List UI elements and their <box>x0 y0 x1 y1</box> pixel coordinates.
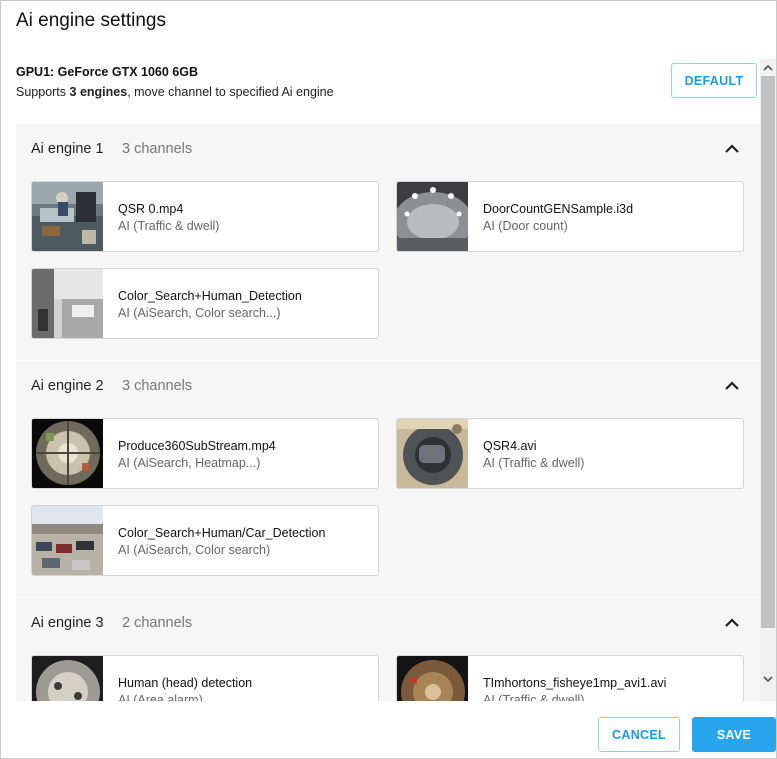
channel-title: Produce360SubStream.mp4 <box>118 439 276 453</box>
channel-card[interactable]: TImhortons_fisheye1mp_avi1.avi AI (Traff… <box>396 655 744 701</box>
channel-ai-type: AI (AiSearch, Heatmap...) <box>118 456 261 470</box>
engine-name: Ai engine 2 <box>31 378 104 394</box>
cancel-button[interactable]: CANCEL <box>598 717 680 752</box>
channel-card[interactable]: Color_Search+Human/Car_Detection AI (AiS… <box>31 505 379 576</box>
engine-section-2: Ai engine 2 3 channels Produce360SubStre… <box>16 361 760 597</box>
engine-channel-count: 3 channels <box>122 378 193 394</box>
default-button[interactable]: DEFAULT <box>671 63 757 98</box>
engine-header[interactable]: Ai engine 1 3 channels <box>16 124 760 174</box>
engine-list[interactable]: Ai engine 1 3 channels QSR 0.mp4 AI (Tra… <box>16 124 760 701</box>
scroll-up-arrow-icon[interactable] <box>761 61 775 75</box>
channel-thumbnail <box>32 269 103 338</box>
scroll-down-arrow-icon[interactable] <box>761 672 775 686</box>
channel-ai-type: AI (Area alarm) <box>118 693 203 701</box>
channel-title: DoorCountGENSample.i3d <box>483 202 634 216</box>
engine-header[interactable]: Ai engine 3 2 channels <box>16 598 760 648</box>
chevron-up-icon[interactable] <box>722 378 742 394</box>
engine-section-1: Ai engine 1 3 channels QSR 0.mp4 AI (Tra… <box>16 124 760 360</box>
engine-channel-count: 2 channels <box>122 615 193 631</box>
save-button[interactable]: SAVE <box>692 717 776 752</box>
chevron-up-icon[interactable] <box>722 615 742 631</box>
support-suffix: , move channel to specified Ai engine <box>127 85 334 99</box>
channel-ai-type: AI (Traffic & dwell) <box>118 219 220 233</box>
channel-thumbnail <box>397 182 468 251</box>
channel-ai-type: AI (AiSearch, Color search...) <box>118 306 281 320</box>
channel-title: Color_Search+Human/Car_Detection <box>118 526 326 540</box>
dialog-title: Ai engine settings <box>16 10 166 31</box>
gpu-support-text: Supports 3 engines, move channel to spec… <box>16 85 334 99</box>
channel-card[interactable]: QSR 0.mp4 AI (Traffic & dwell) <box>31 181 379 252</box>
channel-ai-type: AI (AiSearch, Color search) <box>118 543 271 557</box>
support-engine-count: 3 engines <box>69 85 128 99</box>
channel-thumbnail <box>32 419 103 488</box>
channel-card[interactable]: Color_Search+Human_Detection AI (AiSearc… <box>31 268 379 339</box>
channel-ai-type: AI (Traffic & dwell) <box>483 693 585 701</box>
chevron-up-icon[interactable] <box>722 141 742 157</box>
engine-channel-count: 3 channels <box>122 141 193 157</box>
engine-header[interactable]: Ai engine 2 3 channels <box>16 361 760 411</box>
engine-name: Ai engine 1 <box>31 141 104 157</box>
channel-title: QSR4.avi <box>483 439 537 453</box>
channel-ai-type: AI (Traffic & dwell) <box>483 456 585 470</box>
gpu-name: GPU1: GeForce GTX 1060 6GB <box>16 65 199 79</box>
channel-ai-type: AI (Door count) <box>483 219 568 233</box>
channel-title: Human (head) detection <box>118 676 253 690</box>
channel-card[interactable]: Human (head) detection AI (Area alarm) <box>31 655 379 701</box>
channel-thumbnail <box>32 656 103 701</box>
scrollbar-thumb[interactable] <box>761 76 775 628</box>
channel-thumbnail <box>32 506 103 575</box>
channel-card[interactable]: DoorCountGENSample.i3d AI (Door count) <box>396 181 744 252</box>
footer-divider <box>1 701 776 702</box>
channel-card[interactable]: Produce360SubStream.mp4 AI (AiSearch, He… <box>31 418 379 489</box>
channel-title: Color_Search+Human_Detection <box>118 289 302 303</box>
ai-engine-settings-dialog: Ai engine settings GPU1: GeForce GTX 106… <box>0 0 777 759</box>
engine-name: Ai engine 3 <box>31 615 104 631</box>
channel-title: QSR 0.mp4 <box>118 202 184 216</box>
channel-title: TImhortons_fisheye1mp_avi1.avi <box>483 676 667 690</box>
channel-card[interactable]: QSR4.avi AI (Traffic & dwell) <box>396 418 744 489</box>
engine-section-3: Ai engine 3 2 channels Human (head) dete… <box>16 598 760 701</box>
channel-thumbnail <box>397 656 468 701</box>
channel-thumbnail <box>32 182 103 251</box>
support-prefix: Supports <box>16 85 70 99</box>
channel-thumbnail <box>397 419 468 488</box>
